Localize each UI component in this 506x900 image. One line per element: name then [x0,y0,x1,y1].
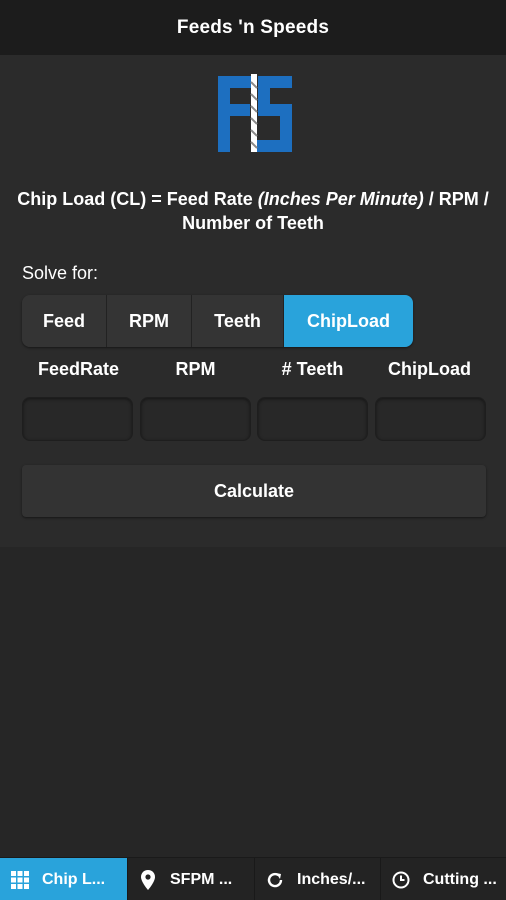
solve-for-segmented-control: Feed RPM Teeth ChipLoad [22,295,413,347]
tab-label: Cutting ... [423,870,497,888]
content-panel: Chip Load (CL) = Feed Rate (Inches Per M… [0,55,506,547]
tab-chip-load[interactable]: Chip L... [0,858,128,900]
chipload-label: ChipLoad [388,359,471,379]
teeth-input[interactable] [257,397,369,441]
formula-italic: (Inches Per Minute) [257,189,424,209]
teeth-label: # Teeth [281,359,344,379]
feedrate-label: FeedRate [37,359,120,379]
feedrate-input[interactable] [22,397,133,441]
tab-label: Inches/... [297,870,366,888]
formula-prefix: Chip Load (CL) = Feed Rate [17,189,258,209]
solve-chipload-button[interactable]: ChipLoad [284,295,413,347]
formula-text: Chip Load (CL) = Feed Rate (Inches Per M… [0,187,506,235]
solve-teeth-button[interactable]: Teeth [192,295,284,347]
tab-inches[interactable]: Inches/... [255,858,381,900]
tab-sfpm[interactable]: SFPM ... [128,858,255,900]
header-bar: Feeds 'n Speeds [0,0,506,55]
solve-rpm-button[interactable]: RPM [107,295,192,347]
tab-label: SFPM ... [170,870,233,888]
tab-label: Chip L... [42,870,106,888]
input-row [22,397,486,441]
page-title: Feeds 'n Speeds [176,16,330,38]
location-pin-icon [138,869,158,890]
column-labels: FeedRate RPM # Teeth ChipLoad [20,359,488,380]
rpm-input[interactable] [139,397,251,441]
refresh-icon [265,870,285,890]
calculate-button[interactable]: Calculate [22,465,486,517]
grid-icon [10,870,30,890]
bottom-tab-bar: Chip L... SFPM ... Inches/... Cutting ..… [0,857,506,900]
solve-for-label: Solve for: [22,263,99,283]
app-logo [218,74,292,152]
app: Feeds 'n Speeds Chip Load (CL) = Feed Ra… [0,0,506,900]
tab-cutting[interactable]: Cutting ... [381,858,506,900]
solve-feed-button[interactable]: Feed [22,295,107,347]
rpm-label: RPM [175,359,216,379]
chipload-input[interactable] [374,397,486,441]
clock-icon [391,870,411,890]
